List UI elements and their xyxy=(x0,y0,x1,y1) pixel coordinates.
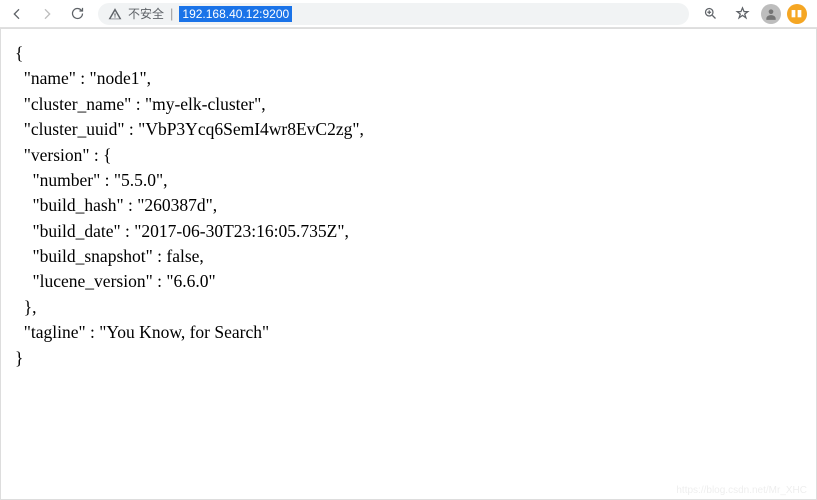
star-icon xyxy=(735,6,750,21)
toolbar-right: ▮▮ xyxy=(697,2,813,26)
json-version-number: 5.5.0 xyxy=(121,170,156,190)
separator: | xyxy=(170,6,173,21)
json-build-date: 2017-06-30T23:16:05.735Z xyxy=(141,221,337,241)
reload-icon xyxy=(70,6,85,21)
url-text: 192.168.40.12:9200 xyxy=(179,6,292,22)
json-lucene-version: 6.6.0 xyxy=(173,271,208,291)
json-cluster-name: my-elk-cluster xyxy=(152,94,254,114)
warning-icon xyxy=(108,7,122,21)
pause-icon: ▮▮ xyxy=(791,8,803,19)
json-tagline: You Know, for Search xyxy=(106,322,262,342)
profile-avatar[interactable] xyxy=(761,4,781,24)
forward-button[interactable] xyxy=(34,2,60,26)
person-icon xyxy=(764,7,778,21)
back-button[interactable] xyxy=(4,2,30,26)
json-build-hash: 260387d xyxy=(144,195,205,215)
address-bar[interactable]: 不安全 | 192.168.40.12:9200 xyxy=(98,3,689,25)
json-name: node1 xyxy=(97,68,140,88)
arrow-right-icon xyxy=(39,6,55,22)
notification-badge[interactable]: ▮▮ xyxy=(787,4,807,24)
arrow-left-icon xyxy=(9,6,25,22)
security-label: 不安全 xyxy=(128,5,164,22)
reload-button[interactable] xyxy=(64,2,90,26)
zoom-icon xyxy=(703,6,718,21)
json-build-snapshot: false xyxy=(166,246,199,266)
bookmark-button[interactable] xyxy=(729,2,755,26)
watermark: https://blog.csdn.net/Mr_XHC xyxy=(676,485,807,496)
json-response-body: { "name" : "node1", "cluster_name" : "my… xyxy=(0,28,817,500)
json-cluster-uuid: VbP3Ycq6SemI4wr8EvC2zg xyxy=(145,119,352,139)
zoom-button[interactable] xyxy=(697,2,723,26)
browser-toolbar: 不安全 | 192.168.40.12:9200 ▮▮ xyxy=(0,0,817,28)
